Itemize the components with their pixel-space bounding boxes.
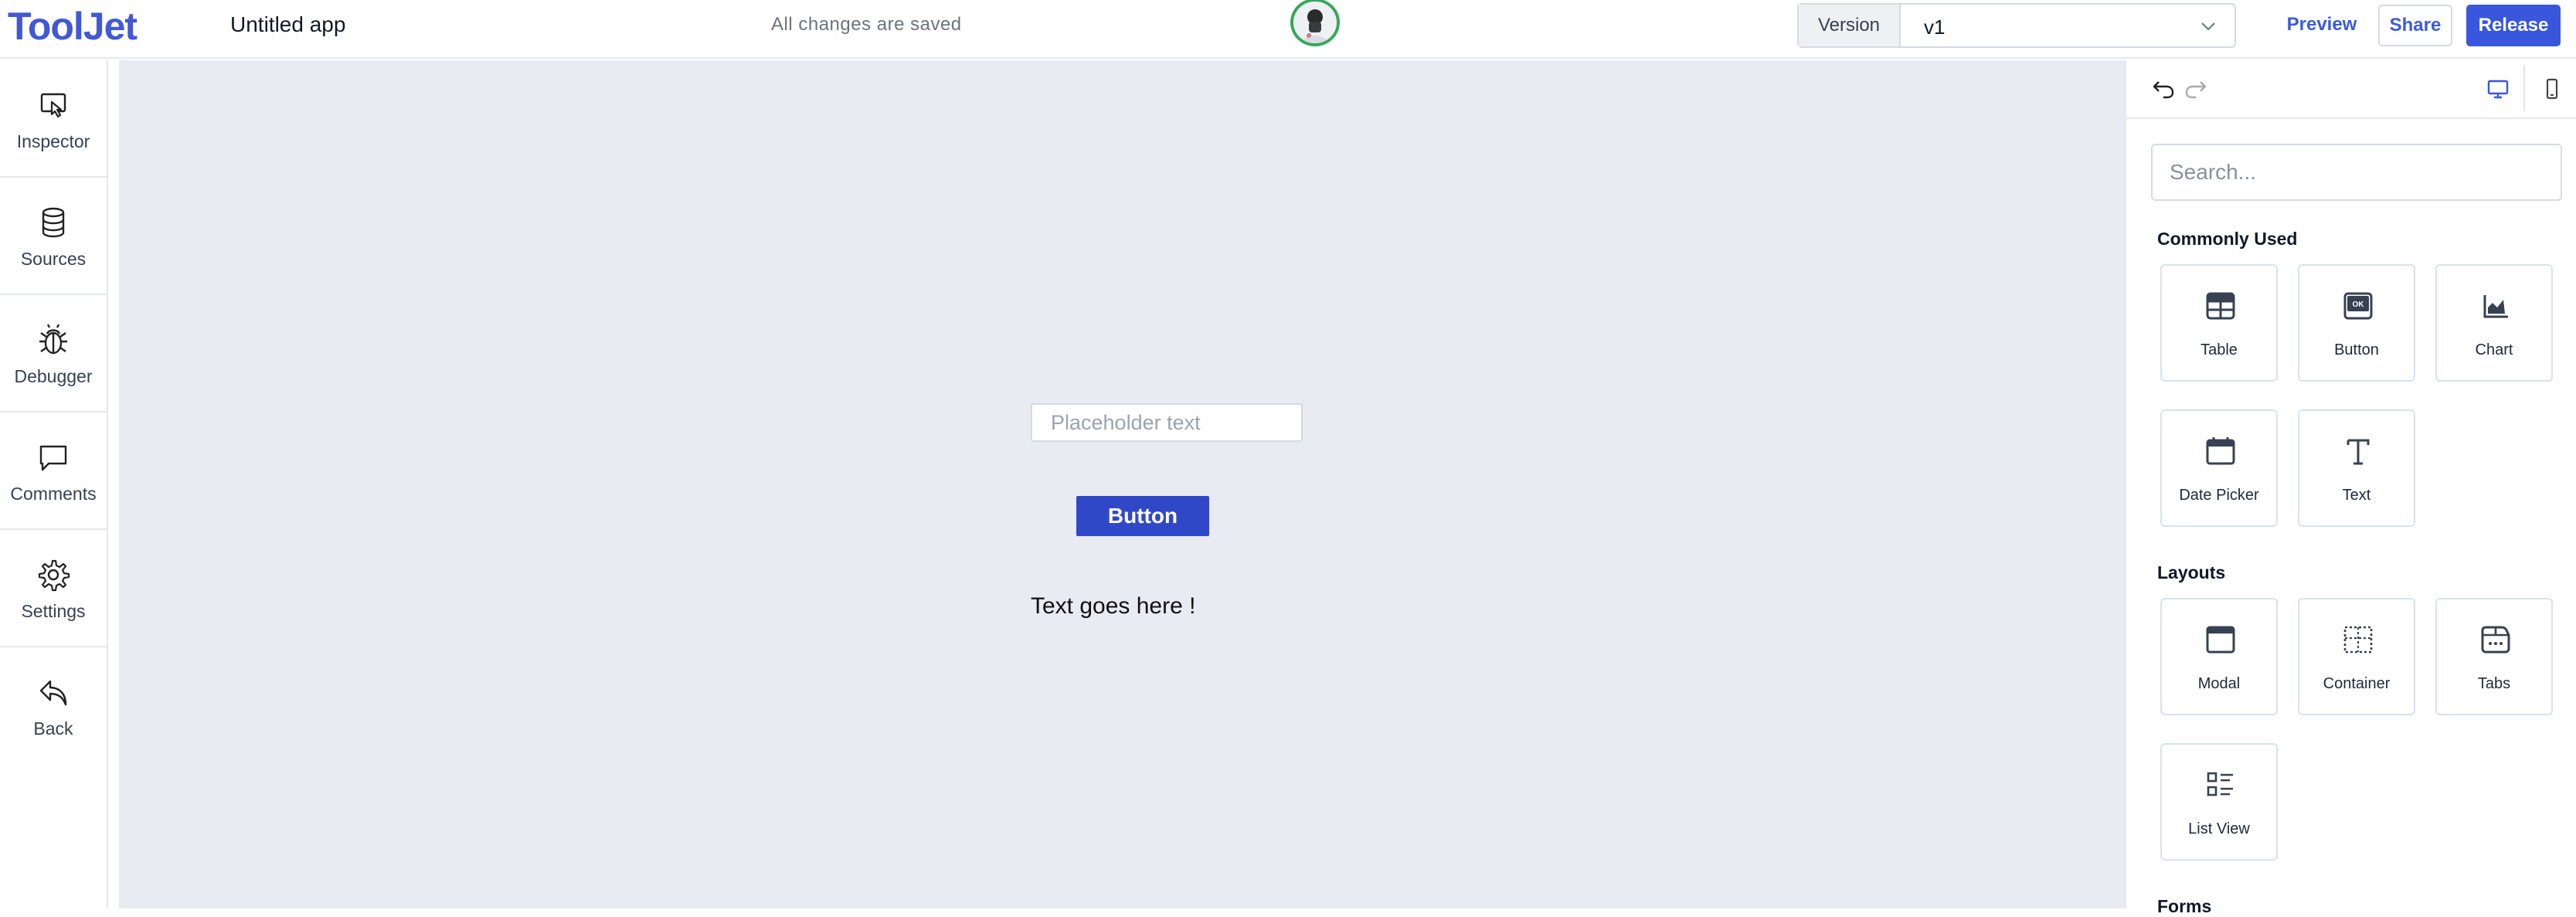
preview-button[interactable]: Preview — [2279, 6, 2364, 43]
version-label: Version — [1799, 5, 1901, 46]
sidebar-item-label: Back — [33, 718, 73, 739]
widget-date-picker[interactable]: Date Picker — [2160, 409, 2278, 527]
widget-panel: Search... Commonly Used Table OK Button … — [2125, 60, 2576, 916]
widget-container[interactable]: Container — [2298, 598, 2415, 715]
sidebar-item-inspector[interactable]: Inspector — [0, 60, 107, 178]
sidebar-item-settings[interactable]: Settings — [0, 530, 107, 647]
share-button[interactable]: Share — [2378, 5, 2452, 46]
chevron-down-icon — [2201, 22, 2215, 31]
sidebar-item-label: Settings — [21, 601, 86, 621]
calendar-icon — [2206, 437, 2235, 465]
section-title-layouts: Layouts — [2157, 562, 2226, 582]
comment-icon — [39, 445, 67, 471]
release-button[interactable]: Release — [2466, 5, 2561, 46]
sidebar-item-sources[interactable]: Sources — [0, 178, 107, 295]
modal-icon — [2206, 626, 2235, 654]
widget-label: Modal — [2197, 675, 2241, 692]
back-arrow-icon — [39, 680, 67, 706]
version-select[interactable]: Version v1 — [1797, 3, 2236, 48]
sidebar-item-comments[interactable]: Comments — [0, 413, 107, 530]
widget-chart[interactable]: Chart — [2435, 264, 2553, 382]
left-sidebar: Inspector Sources Debugger Comments Sett… — [0, 60, 108, 909]
tabs-icon — [2481, 626, 2510, 654]
sidebar-item-label: Inspector — [16, 131, 90, 151]
widget-label: Date Picker — [2179, 487, 2259, 504]
database-icon — [42, 207, 65, 238]
container-icon — [2343, 626, 2373, 654]
tooljet-logo[interactable]: ToolJet — [8, 3, 138, 49]
widget-label: Text — [2342, 487, 2371, 504]
section-title-commonly-used: Commonly Used — [2157, 229, 2298, 249]
widget-label: Table — [2200, 341, 2238, 358]
section-title-forms: Forms — [2157, 896, 2212, 916]
avatar-image — [1293, 2, 1337, 43]
ok-button-icon: OK — [2343, 292, 2373, 320]
widget-table[interactable]: Table — [2160, 264, 2278, 382]
widget-list-view[interactable]: List View — [2160, 743, 2278, 861]
widget-text[interactable]: Text — [2298, 409, 2415, 527]
canvas-text-widget[interactable]: Text goes here ! — [1031, 593, 1195, 620]
version-value: v1 — [1924, 15, 1946, 39]
top-header: ToolJet Untitled app All changes are sav… — [0, 0, 2576, 59]
canvas-text-input[interactable]: Placeholder text — [1031, 403, 1303, 442]
app-canvas[interactable]: Placeholder text Button Text goes here ! — [119, 60, 2125, 909]
widget-tabs[interactable]: Tabs — [2435, 598, 2553, 715]
widget-modal[interactable]: Modal — [2160, 598, 2278, 715]
sidebar-item-label: Debugger — [14, 366, 93, 386]
svg-text:OK: OK — [2353, 301, 2365, 309]
text-icon — [2347, 439, 2370, 465]
avatar[interactable] — [1290, 0, 1340, 46]
widget-search-input[interactable]: Search... — [2151, 144, 2562, 201]
redo-icon[interactable] — [2182, 76, 2208, 102]
widget-label: Chart — [2475, 341, 2513, 358]
inspector-icon — [40, 93, 66, 118]
widget-button[interactable]: OK Button — [2298, 264, 2415, 382]
toolbar-divider — [2523, 65, 2525, 111]
app-name[interactable]: Untitled app — [230, 11, 345, 39]
undo-icon[interactable] — [2151, 76, 2177, 102]
widget-label: Tabs — [2477, 675, 2511, 692]
widget-label: Container — [2323, 675, 2391, 692]
table-icon — [2206, 292, 2235, 320]
sidebar-item-debugger[interactable]: Debugger — [0, 295, 107, 413]
panel-toolbar — [2126, 60, 2576, 119]
bug-icon — [39, 324, 67, 355]
mobile-view-icon[interactable] — [2539, 76, 2565, 102]
sidebar-item-back[interactable]: Back — [0, 647, 107, 765]
canvas-button-widget[interactable]: Button — [1076, 496, 1209, 536]
chart-icon — [2483, 295, 2508, 318]
widget-label: Button — [2334, 341, 2379, 358]
desktop-view-icon[interactable] — [2485, 76, 2511, 102]
sidebar-item-label: Sources — [20, 249, 87, 269]
list-view-icon — [2207, 772, 2233, 796]
widget-label: List View — [2188, 820, 2250, 837]
sidebar-item-label: Comments — [10, 484, 97, 504]
save-status: All changes are saved — [771, 14, 962, 35]
gear-icon — [38, 559, 70, 592]
